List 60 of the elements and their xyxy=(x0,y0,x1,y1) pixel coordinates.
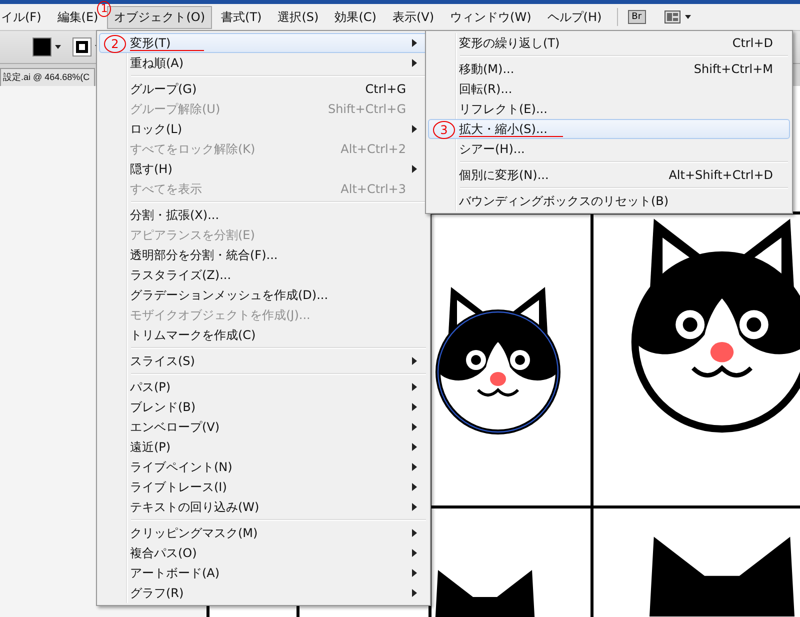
document-tab[interactable]: 設定.ai @ 464.68%(C xyxy=(0,68,95,86)
submenu-arrow-icon xyxy=(412,39,417,47)
menu-item[interactable]: シアー(H)... xyxy=(428,139,790,159)
menu-item[interactable]: ヘルプ(H) xyxy=(540,6,609,28)
submenu-arrow-icon xyxy=(412,443,417,451)
menu-item[interactable]: 回転(R)... xyxy=(428,79,790,99)
menu-item[interactable]: パス(P) xyxy=(99,377,428,397)
menu-item[interactable]: クリッピングマスク(M) xyxy=(99,523,428,543)
menu-item[interactable]: スライス(S) xyxy=(99,351,428,371)
fill-swatch[interactable] xyxy=(32,37,62,57)
bridge-button[interactable]: Br xyxy=(628,10,646,24)
submenu-arrow-icon xyxy=(412,569,417,577)
menu-item[interactable]: テキストの回り込み(W) xyxy=(99,497,428,517)
handwritten-note: 2 xyxy=(104,35,126,53)
submenu-arrow-icon xyxy=(412,59,417,67)
layout-icon[interactable] xyxy=(664,9,694,25)
menu-item[interactable]: オブジェクト(O) xyxy=(107,6,212,28)
menu-item[interactable]: 効果(C) xyxy=(328,6,384,28)
menu-item[interactable]: 2 変形(T) xyxy=(99,33,428,53)
menu-item[interactable]: 複合パス(O) xyxy=(99,543,428,563)
menu-item[interactable]: 透明部分を分割・統合(F)... xyxy=(99,245,428,265)
menu-item[interactable]: 表示(V) xyxy=(385,6,442,28)
menu-item[interactable]: アートボード(A) xyxy=(99,563,428,583)
menu-item[interactable]: バウンディングボックスのリセット(B) xyxy=(428,191,790,211)
menu-item[interactable]: ウィンドウ(W) xyxy=(443,6,538,28)
menu-item[interactable]: トリムマークを作成(C) xyxy=(99,325,428,345)
menu-item[interactable]: グラデーションメッシュを作成(D)... xyxy=(99,285,428,305)
menu-item[interactable]: リフレクト(E)... xyxy=(428,99,790,119)
submenu-arrow-icon xyxy=(412,503,417,511)
submenu-arrow-icon xyxy=(412,383,417,391)
submenu-arrow-icon xyxy=(412,423,417,431)
submenu-arrow-icon xyxy=(412,357,417,365)
menu-item[interactable]: グラフ(R) xyxy=(99,583,428,603)
menu-item[interactable]: 隠す(H) xyxy=(99,159,428,179)
menu-item[interactable]: グループ(G) Ctrl+G xyxy=(99,79,428,99)
menu-item[interactable]: ライブトレース(I) xyxy=(99,477,428,497)
menu-item[interactable]: 移動(M)... Shift+Ctrl+M xyxy=(428,59,790,79)
submenu-arrow-icon xyxy=(412,589,417,597)
menu-item[interactable]: エンベロープ(V) xyxy=(99,417,428,437)
menu-item[interactable]: 個別に変形(N)... Alt+Shift+Ctrl+D xyxy=(428,165,790,185)
menu-item[interactable]: 変形の繰り返し(T) Ctrl+D xyxy=(428,33,790,53)
submenu-arrow-icon xyxy=(412,403,417,411)
menu-item[interactable]: 選択(S) xyxy=(270,6,326,28)
submenu-arrow-icon xyxy=(412,529,417,537)
menu-item[interactable]: 書式(T) xyxy=(214,6,269,28)
submenu-arrow-icon xyxy=(412,463,417,471)
menu-item[interactable]: 3 拡大・縮小(S)... xyxy=(428,119,790,139)
menu-item[interactable]: ライブペイント(N) xyxy=(99,457,428,477)
menu-item[interactable]: イル(F) xyxy=(0,6,48,28)
menu-item[interactable]: ブレンド(B) xyxy=(99,397,428,417)
submenu-arrow-icon xyxy=(412,125,417,133)
menu-item[interactable]: 重ね順(A) xyxy=(99,53,428,73)
submenu-arrow-icon xyxy=(412,483,417,491)
menu-item[interactable]: ラスタライズ(Z)... xyxy=(99,265,428,285)
menu-item[interactable]: 遠近(P) xyxy=(99,437,428,457)
submenu-arrow-icon xyxy=(412,165,417,173)
submenu-arrow-icon xyxy=(412,549,417,557)
menu-item[interactable]: 分割・拡張(X)... xyxy=(99,205,428,225)
menu-item[interactable]: ロック(L) xyxy=(99,119,428,139)
handwritten-note: 3 xyxy=(433,121,455,139)
